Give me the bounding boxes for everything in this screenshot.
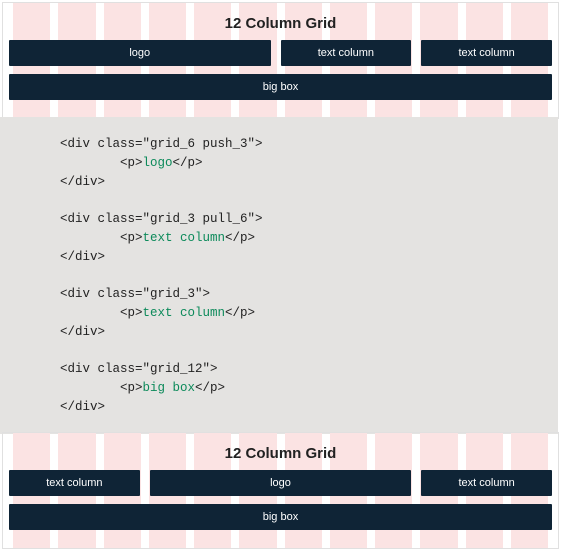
code-text: <p> — [60, 381, 143, 395]
grid-title-top: 12 Column Grid — [9, 9, 552, 40]
code-text: </p> — [225, 231, 255, 245]
code-text: <div class="grid_6 push_3"> — [60, 137, 263, 151]
grid-row: logo text column text column — [9, 40, 552, 66]
box-logo: logo — [9, 40, 271, 66]
code-value: text column — [143, 306, 226, 320]
code-value: text column — [143, 231, 226, 245]
grid-row: big box — [9, 74, 552, 100]
code-text: <div class="grid_3"> — [60, 287, 210, 301]
grid-demo-bottom: 12 Column Grid text column logo text col… — [2, 432, 559, 549]
code-text: </div> — [60, 175, 105, 189]
code-text: </div> — [60, 325, 105, 339]
code-text: </div> — [60, 250, 105, 264]
code-value: logo — [143, 156, 173, 170]
grid-demo-top: 12 Column Grid logo text column text col… — [2, 2, 559, 119]
code-text: <p> — [60, 231, 143, 245]
code-text: <p> — [60, 156, 143, 170]
code-value: big box — [143, 381, 196, 395]
box-text-column: text column — [421, 40, 552, 66]
grid-row: text column logo text column — [9, 470, 552, 496]
code-text: </div> — [60, 400, 105, 414]
code-sample: <div class="grid_6 push_3"> <p>logo</p> … — [0, 117, 558, 434]
box-text-column: text column — [9, 470, 140, 496]
box-big-box: big box — [9, 504, 552, 530]
code-text: </p> — [173, 156, 203, 170]
code-text: <p> — [60, 306, 143, 320]
code-text: </p> — [195, 381, 225, 395]
code-text: </p> — [225, 306, 255, 320]
code-text: <div class="grid_12"> — [60, 362, 218, 376]
grid-title-bottom: 12 Column Grid — [9, 439, 552, 470]
box-text-column: text column — [281, 40, 412, 66]
grid-row: big box — [9, 504, 552, 530]
box-text-column: text column — [421, 470, 552, 496]
box-logo: logo — [150, 470, 412, 496]
code-text: <div class="grid_3 pull_6"> — [60, 212, 263, 226]
box-big-box: big box — [9, 74, 552, 100]
